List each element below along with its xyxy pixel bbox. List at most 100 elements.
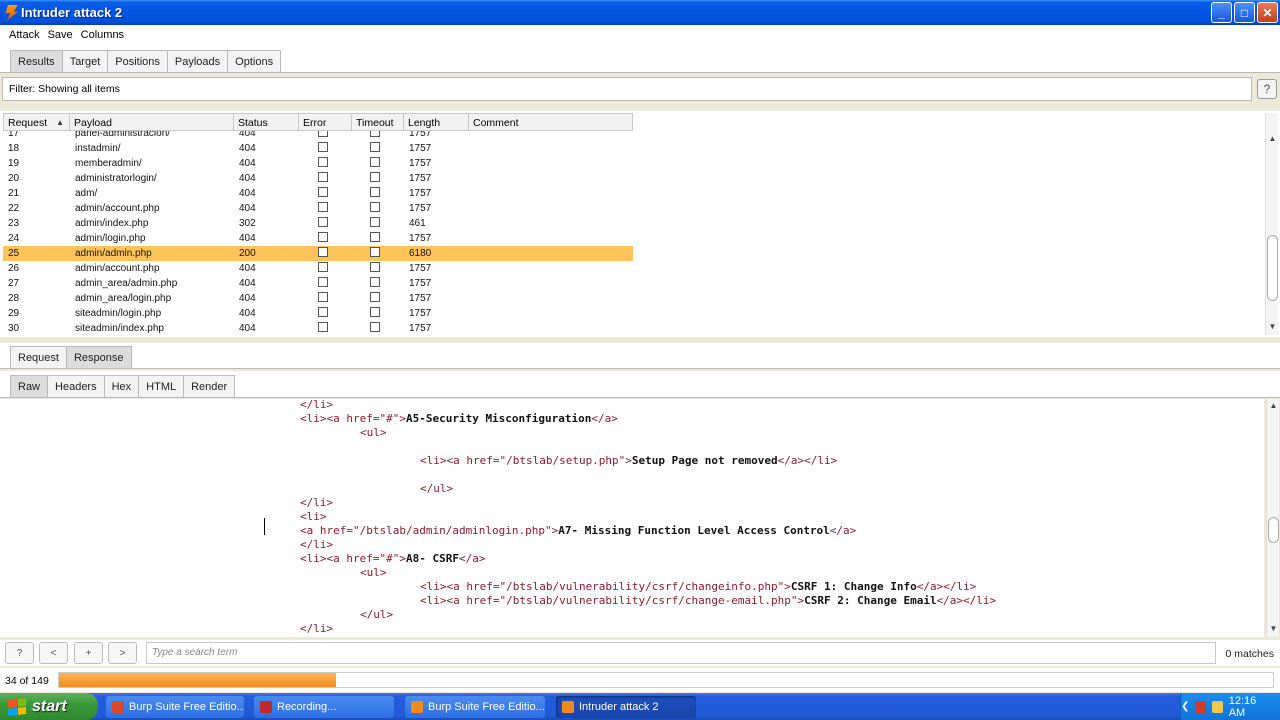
timeout-checkbox[interactable] [370, 247, 380, 257]
table-scroll-thumb[interactable] [1267, 235, 1278, 301]
taskbar-item-burp-2[interactable]: Burp Suite Free Editio... [405, 696, 545, 718]
table-row[interactable]: 22 admin/account.php 404 1757 [3, 201, 633, 216]
tab-target[interactable]: Target [61, 50, 109, 72]
table-row[interactable]: 18 instadmin/404 1757 [3, 141, 633, 156]
close-button[interactable]: ✕ [1257, 2, 1278, 23]
menu-attack[interactable]: Attack [9, 29, 40, 41]
error-checkbox[interactable] [318, 187, 328, 197]
tab-hex[interactable]: Hex [103, 375, 140, 397]
timeout-checkbox[interactable] [370, 277, 380, 287]
search-next-button[interactable]: > [108, 642, 137, 664]
tab-render[interactable]: Render [183, 375, 236, 397]
error-checkbox[interactable] [318, 232, 328, 242]
chevron-left-icon[interactable]: ❮ [1181, 701, 1189, 712]
column-payload[interactable]: Payload [70, 113, 234, 131]
timeout-checkbox[interactable] [370, 217, 380, 227]
cell-error [299, 172, 352, 185]
error-checkbox[interactable] [318, 292, 328, 302]
table-row[interactable]: 23 admin/index.php 302 461 [3, 216, 633, 231]
scroll-down-icon[interactable]: ▼ [1267, 623, 1280, 635]
menu-save[interactable]: Save [48, 29, 73, 41]
timeout-checkbox[interactable] [370, 157, 380, 167]
table-row[interactable]: 27 admin_area/admin.php 404 1757 [3, 276, 633, 291]
timeout-checkbox[interactable] [370, 142, 380, 152]
error-checkbox[interactable] [318, 131, 328, 137]
cell-error [299, 277, 352, 290]
error-checkbox[interactable] [318, 172, 328, 182]
response-scrollbar[interactable]: ▲ ▼ [1266, 399, 1279, 637]
table-rows: 17 panel-administracion/404 1757 18 instadmi… [3, 131, 633, 336]
maximize-button[interactable]: □ [1234, 2, 1255, 23]
error-checkbox[interactable] [318, 307, 328, 317]
table-row[interactable]: 29 siteadmin/login.php 404 1757 [3, 306, 633, 321]
code-link-text: A7- Missing Function Level Access Contro… [558, 524, 830, 537]
error-checkbox[interactable] [318, 157, 328, 167]
table-row[interactable]: 20 administratorlogin/404 1757 [3, 171, 633, 186]
table-row[interactable]: 24 admin/login.php 404 1757 [3, 231, 633, 246]
timeout-checkbox[interactable] [370, 292, 380, 302]
table-row[interactable]: 25 admin/admin.php 200 6180 [3, 246, 633, 261]
timeout-checkbox[interactable] [370, 322, 380, 332]
table-row[interactable]: 19 memberadmin/404 1757 [3, 156, 633, 171]
response-body[interactable]: </li> <li><a href="#">A5-Security Misconf… [0, 399, 1264, 637]
code-markup: </li> [300, 622, 334, 635]
error-checkbox[interactable] [318, 142, 328, 152]
taskbar-item-recording[interactable]: Recording... [254, 696, 394, 718]
error-checkbox[interactable] [318, 247, 328, 257]
timeout-checkbox[interactable] [370, 262, 380, 272]
code-line: </li> [0, 399, 996, 412]
tab-raw[interactable]: Raw [10, 375, 49, 397]
search-add-button[interactable]: + [74, 642, 103, 664]
timeout-checkbox[interactable] [370, 202, 380, 212]
timeout-checkbox[interactable] [370, 187, 380, 197]
tab-payloads[interactable]: Payloads [166, 50, 229, 72]
table-row[interactable]: 21 adm/404 1757 [3, 186, 633, 201]
error-checkbox[interactable] [318, 277, 328, 287]
tab-headers[interactable]: Headers [47, 375, 105, 397]
column-request[interactable]: Request ▲ [3, 113, 70, 131]
cell-timeout [352, 247, 404, 260]
table-scrollbar[interactable]: ▲ ▼ [1265, 113, 1278, 335]
filter-bar[interactable]: Filter: Showing all items [2, 77, 1252, 101]
start-button[interactable]: start [0, 693, 98, 720]
cell-length: 1757 [409, 143, 432, 154]
column-error[interactable]: Error [299, 113, 352, 131]
tab-request[interactable]: Request [10, 346, 67, 368]
menu-columns[interactable]: Columns [81, 29, 124, 41]
table-row[interactable]: 30 siteadmin/index.php 404 1757 [3, 321, 633, 336]
tray-app-icon[interactable] [1195, 700, 1207, 713]
timeout-checkbox[interactable] [370, 232, 380, 242]
search-previous-button[interactable]: < [39, 642, 68, 664]
scroll-down-icon[interactable]: ▼ [1266, 321, 1279, 333]
scroll-up-icon[interactable]: ▲ [1267, 400, 1280, 412]
tab-html[interactable]: HTML [138, 375, 185, 397]
response-scroll-thumb[interactable] [1268, 517, 1279, 543]
taskbar-item-intruder[interactable]: Intruder attack 2 [556, 696, 696, 718]
error-checkbox[interactable] [318, 322, 328, 332]
tab-options[interactable]: Options [227, 50, 282, 72]
table-row[interactable]: 28 admin_area/login.php 404 1757 [3, 291, 633, 306]
search-input[interactable]: Type a search term [146, 642, 1216, 664]
code-line: </ul> [0, 482, 996, 496]
column-length[interactable]: Length [404, 113, 469, 131]
scroll-up-icon[interactable]: ▲ [1266, 133, 1279, 145]
tray-mail-icon[interactable] [1212, 700, 1223, 713]
taskbar-item-burp-1[interactable]: Burp Suite Free Editio... [106, 696, 244, 718]
timeout-checkbox[interactable] [370, 307, 380, 317]
column-status[interactable]: Status [234, 113, 299, 131]
error-checkbox[interactable] [318, 202, 328, 212]
minimize-button[interactable]: _ [1211, 2, 1232, 23]
filter-help-button[interactable]: ? [1257, 79, 1277, 99]
search-help-button[interactable]: ? [5, 642, 34, 664]
tab-positions[interactable]: Positions [107, 50, 168, 72]
table-row[interactable]: 17 panel-administracion/404 1757 [3, 131, 633, 141]
error-checkbox[interactable] [318, 262, 328, 272]
error-checkbox[interactable] [318, 217, 328, 227]
tab-results[interactable]: Results [10, 50, 63, 72]
timeout-checkbox[interactable] [370, 131, 380, 137]
column-comment[interactable]: Comment [469, 113, 633, 131]
table-row[interactable]: 26 admin/account.php 404 1757 [3, 261, 633, 276]
timeout-checkbox[interactable] [370, 172, 380, 182]
tab-response[interactable]: Response [65, 346, 132, 368]
column-timeout[interactable]: Timeout [352, 113, 404, 131]
